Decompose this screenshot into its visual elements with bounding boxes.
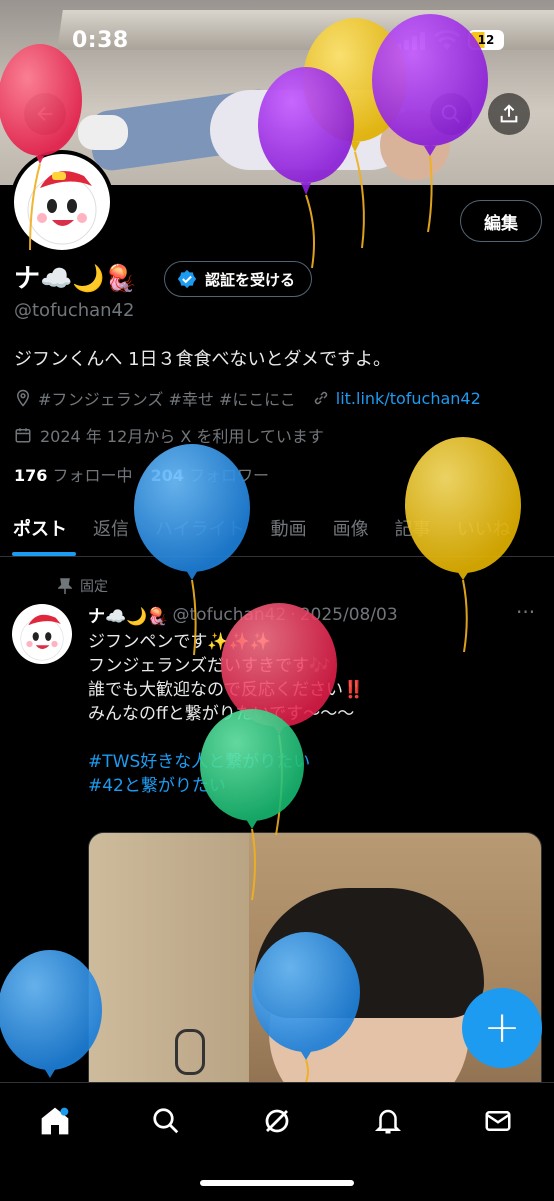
nav-messages[interactable] [478,1101,518,1141]
mail-icon [485,1111,511,1131]
nav-home[interactable] [35,1101,75,1141]
search-button[interactable] [430,93,472,135]
pinned-indicator: 固定 [58,576,108,596]
wifi-icon [434,30,460,50]
location-pin-icon [16,389,30,407]
share-button[interactable] [488,93,530,135]
battery-indicator: 12 [468,30,504,50]
post-media-image[interactable] [88,832,542,1104]
profile-meta-row: #フンジェランズ #幸せ #にこにこ lit.link/tofuchan42 [14,386,481,410]
post-hashtag[interactable]: #42と繋がりたい [88,774,538,798]
post-line: ジフンペンです✨✨✨ [88,632,271,652]
profile-tabs: ポスト 返信 ハイライト 動画 画像 記事 いいね [0,508,554,557]
following-link[interactable]: 176 フォロー中 [14,462,133,486]
profile-bio: ジフンくんへ 1日３食食べないとダメですよ。 [14,349,391,370]
mascot-avatar-image [27,171,97,245]
link-icon [314,391,327,405]
back-button[interactable] [24,93,66,135]
pin-icon [58,578,72,594]
tab-images[interactable]: 画像 [320,508,382,548]
post-line: 誰でも大歓迎なので反応ください‼️ [88,680,365,700]
followers-label: フォロワー [189,466,270,485]
calendar-icon [15,428,31,443]
nav-grok[interactable] [257,1101,297,1141]
home-icon [41,1107,69,1135]
following-count: 176 [14,466,48,485]
followers-link[interactable]: 204 フォロワー [151,462,270,486]
profile-link[interactable]: lit.link/tofuchan42 [336,389,481,408]
post-body: ジフンペンです✨✨✨ フンジェランズだいすきです🎶 誰でも大歓迎なので反応くださ… [88,630,538,798]
search-icon [153,1108,179,1134]
post-author-name[interactable]: ナ☁️🌙🪼 [88,602,169,627]
follow-stats: 176 フォロー中 204 フォロワー [14,462,269,486]
share-icon [500,104,518,123]
tab-articles[interactable]: 記事 [382,508,444,548]
post-date[interactable]: 2025/08/03 [300,605,398,625]
post-hashtag[interactable]: #TWS好きな人と繋がりたい [88,750,538,774]
profile-handle: @tofuchan42 [14,300,135,321]
tab-videos[interactable]: 動画 [258,508,320,548]
balloon-blue-bottom-left [0,950,102,1078]
post-line: フンジェランズだいすきです🎶 [88,656,331,676]
status-time: 0:38 [72,28,129,53]
media-door-handle [175,1029,205,1075]
banner-figure-shirt [210,90,410,170]
profile-avatar[interactable] [10,150,114,254]
media-hair [254,888,484,1018]
post-more-icon[interactable]: ··· [516,600,535,624]
profile-joined-row: 2024 年 12月から X を利用しています [14,423,324,447]
profile-joined: 2024 年 12月から X を利用しています [40,427,324,446]
edit-profile-button[interactable]: 編集 [460,200,542,242]
post-separator: · [290,604,296,625]
grok-icon [265,1109,289,1133]
following-label: フォロー中 [52,466,133,485]
nav-search[interactable] [146,1101,186,1141]
verified-badge-icon [177,269,197,289]
nav-notifications[interactable] [368,1101,408,1141]
banner-figure-shoe [78,115,128,150]
get-verified-button[interactable]: 認証を受ける [164,261,313,297]
tab-replies[interactable]: 返信 [80,508,142,548]
pinned-label: 固定 [80,579,108,595]
media-door [89,833,249,1103]
search-icon [441,104,460,123]
profile-location: #フンジェランズ #幸せ #にこにこ [38,390,296,409]
mascot-avatar-image [20,614,64,661]
tab-highlights[interactable]: ハイライト [142,508,258,548]
compose-post-button[interactable]: + [462,988,542,1068]
get-verified-label: 認証を受ける [205,270,296,289]
post-author-avatar[interactable] [12,604,72,664]
post-author-handle[interactable]: @tofuchan42 [173,605,287,625]
home-indicator[interactable] [200,1180,354,1186]
post-header: ナ☁️🌙🪼 @tofuchan42 · 2025/08/03 [88,602,398,628]
bell-icon [374,1109,402,1134]
arrow-left-icon [37,106,53,122]
cell-signal-icon [396,32,425,50]
followers-count: 204 [150,466,184,485]
tab-posts[interactable]: ポスト [0,508,80,556]
profile-display-name: ナ☁️🌙🪼 [14,264,138,294]
post-line: みんなのffと繋がりたいです〜〜〜 [88,704,355,724]
tab-likes[interactable]: いいね [444,508,524,548]
